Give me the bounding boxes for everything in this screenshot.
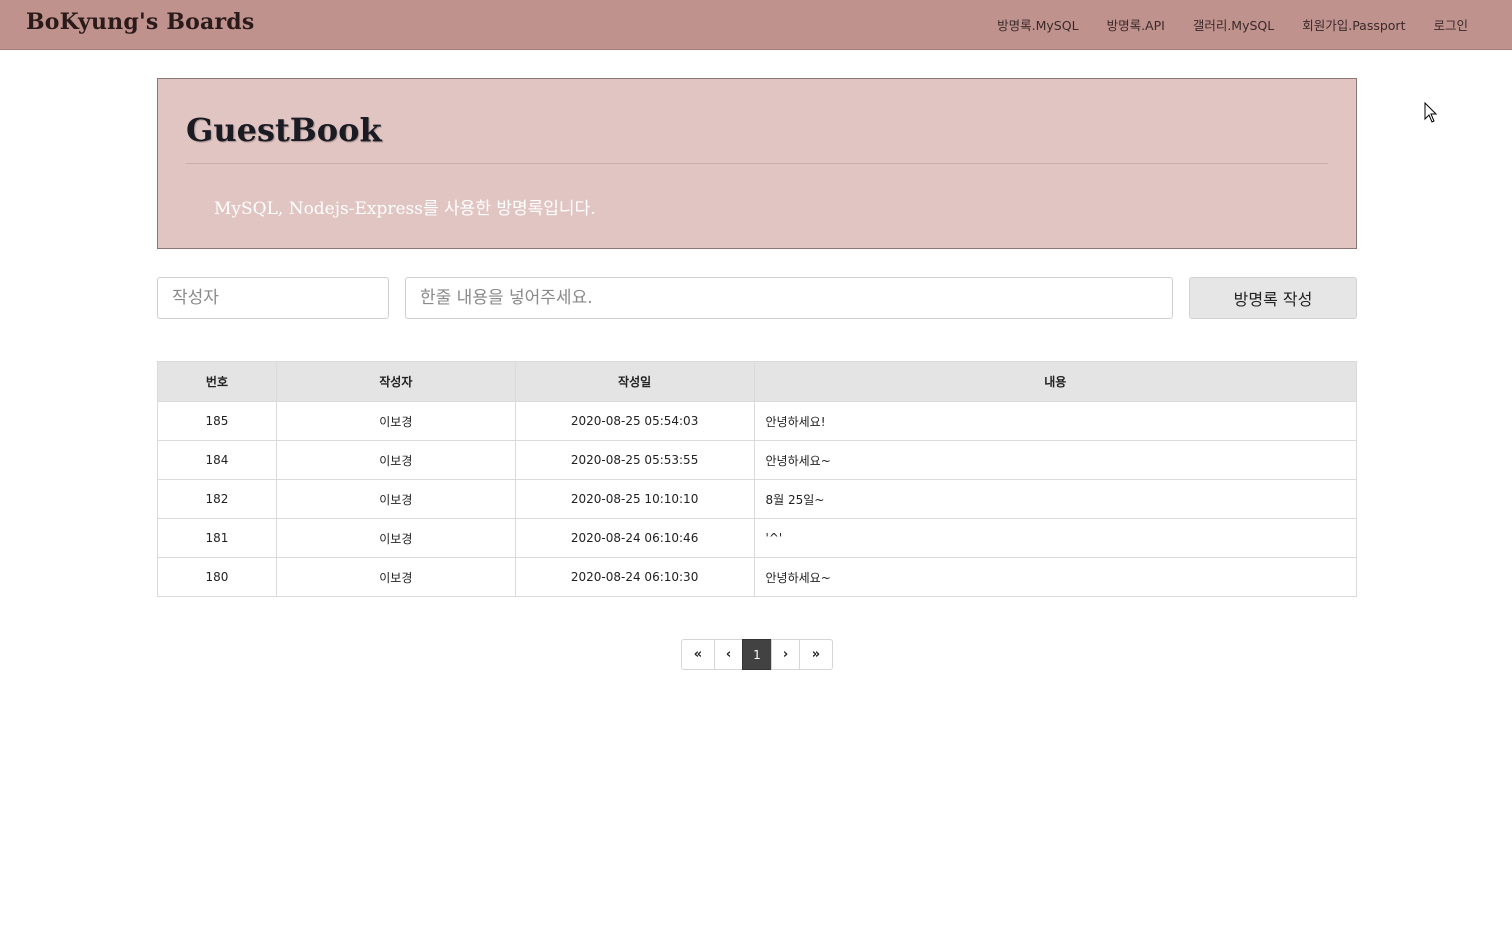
cell-writer: 이보경 <box>275 401 516 441</box>
cell-content: 8월 25일~ <box>753 479 1358 519</box>
table-row[interactable]: 184 이보경 2020-08-25 05:53:55 안녕하세요~ <box>157 440 1358 480</box>
header-date: 작성일 <box>514 361 755 402</box>
page-prev-button[interactable]: ‹ <box>714 639 743 670</box>
cell-id: 184 <box>157 440 277 480</box>
table-row[interactable]: 185 이보경 2020-08-25 05:54:03 안녕하세요! <box>157 401 1358 441</box>
cell-id: 182 <box>157 479 277 519</box>
header-content: 내용 <box>753 361 1358 402</box>
cell-writer: 이보경 <box>275 440 516 480</box>
nav-item-guestbook-api[interactable]: 방명록.API <box>1107 15 1165 34</box>
nav-item-guestbook-mysql[interactable]: 방명록.MySQL <box>997 15 1078 34</box>
divider <box>186 163 1328 164</box>
jumbotron: GuestBook MySQL, Nodejs-Express를 사용한 방명록… <box>157 78 1357 249</box>
cell-id: 180 <box>157 557 277 597</box>
navbar: BoKyung's Boards 방명록.MySQL 방명록.API 갤러리.M… <box>0 0 1512 50</box>
cell-content: '^' <box>753 518 1358 558</box>
page-description: MySQL, Nodejs-Express를 사용한 방명록입니다. <box>214 199 596 219</box>
page-last-button[interactable]: » <box>799 639 833 670</box>
cell-date: 2020-08-25 10:10:10 <box>514 479 755 519</box>
cell-date: 2020-08-25 05:54:03 <box>514 401 755 441</box>
table-row[interactable]: 182 이보경 2020-08-25 10:10:10 8월 25일~ <box>157 479 1358 519</box>
header-writer: 작성자 <box>275 361 516 402</box>
cell-content: 안녕하세요! <box>753 401 1358 441</box>
submit-guestbook-button[interactable]: 방명록 작성 <box>1189 277 1357 319</box>
cell-writer: 이보경 <box>275 518 516 558</box>
cell-writer: 이보경 <box>275 479 516 519</box>
table-row[interactable]: 181 이보경 2020-08-24 06:10:46 '^' <box>157 518 1358 558</box>
page-first-button[interactable]: « <box>681 639 715 670</box>
nav-item-login[interactable]: 로그인 <box>1433 15 1468 34</box>
header-id: 번호 <box>157 361 277 402</box>
cell-id: 181 <box>157 518 277 558</box>
table-row[interactable]: 180 이보경 2020-08-24 06:10:30 안녕하세요~ <box>157 557 1358 597</box>
nav-menu: 방명록.MySQL 방명록.API 갤러리.MySQL 회원가입.Passpor… <box>997 15 1468 34</box>
table-header-row: 번호 작성자 작성일 내용 <box>157 361 1358 402</box>
cell-date: 2020-08-24 06:10:46 <box>514 518 755 558</box>
pagination: « ‹ 1 › » <box>681 639 833 670</box>
cell-date: 2020-08-25 05:53:55 <box>514 440 755 480</box>
nav-item-signup-passport[interactable]: 회원가입.Passport <box>1302 15 1405 34</box>
guestbook-table: 번호 작성자 작성일 내용 185 이보경 2020-08-25 05:54:0… <box>157 361 1358 597</box>
cell-content: 안녕하세요~ <box>753 440 1358 480</box>
content-input[interactable] <box>405 277 1173 319</box>
writer-input[interactable] <box>157 277 389 319</box>
page-title: GuestBook <box>186 111 382 149</box>
mouse-cursor-icon <box>1424 102 1438 123</box>
brand-logo[interactable]: BoKyung's Boards <box>26 9 254 35</box>
page-number-button[interactable]: 1 <box>742 639 772 670</box>
cell-date: 2020-08-24 06:10:30 <box>514 557 755 597</box>
cell-id: 185 <box>157 401 277 441</box>
nav-item-gallery-mysql[interactable]: 갤러리.MySQL <box>1193 15 1274 34</box>
cell-content: 안녕하세요~ <box>753 557 1358 597</box>
cell-writer: 이보경 <box>275 557 516 597</box>
page-next-button[interactable]: › <box>771 639 800 670</box>
